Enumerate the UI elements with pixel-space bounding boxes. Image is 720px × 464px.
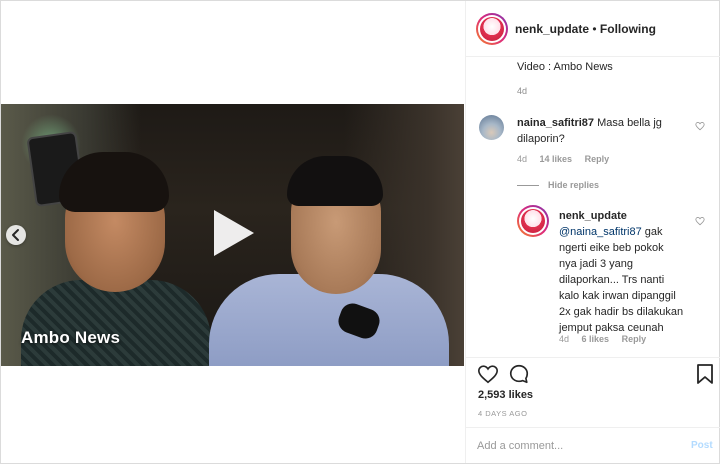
reply-body-line-4: dilaporkan... Trs nanti [559,274,665,286]
action-bar: 2,593 likes 4 DAYS AGO [466,357,720,427]
comment-icon[interactable] [508,363,530,385]
bookmark-icon[interactable] [695,363,715,385]
reply-body-line-2: ngerti eike beb pokok [559,242,664,254]
post-header: nenk_update • Following [466,1,720,57]
comment-avatar[interactable] [479,115,504,140]
reply-meta: 4d 6 likes Reply [559,334,656,344]
avatar[interactable] [476,13,508,45]
following-button[interactable]: Following [600,22,656,36]
play-icon[interactable] [210,207,258,259]
comment-meta: 4d 14 likes Reply [517,154,619,164]
person-left-hair [59,152,169,212]
reply-body-line-5: kalo kak irwan dipanggil [559,290,676,302]
previous-button[interactable] [6,225,26,245]
reply-body-line-1: @naina_safitri87 gak [559,226,663,238]
comment-input[interactable] [477,437,667,455]
reply-mention[interactable]: @naina_safitri87 [559,226,642,238]
reply-like-heart-icon[interactable] [695,216,705,226]
post-button[interactable]: Post [691,440,713,451]
avatar-image [480,17,504,41]
add-comment-bar: Post [466,427,720,463]
caption-text: Video : Ambo News [517,61,613,73]
separator-dot: • [592,22,597,36]
reply-likes[interactable]: 6 likes [582,334,610,344]
reply-reply-button[interactable]: Reply [622,334,647,344]
reply-username[interactable]: nenk_update [559,208,685,224]
reply-button[interactable]: Reply [585,154,610,164]
header-user-line: nenk_update • Following [515,22,656,36]
side-panel: nenk_update • Following Video : Ambo New… [465,1,720,463]
heart-icon[interactable] [477,363,499,385]
likes-count[interactable]: 2,593 likes [478,389,533,401]
video-person-right [209,156,449,366]
person-right-hair [287,156,383,206]
comment-text: naina_safitri87 Masa bella jg dilaporin? [517,115,687,147]
hide-replies-line [517,185,539,186]
comment-time[interactable]: 4d [517,154,527,164]
comment-username[interactable]: naina_safitri87 [517,117,594,129]
hide-replies-button[interactable]: Hide replies [548,180,599,190]
post-date[interactable]: 4 DAYS AGO [478,409,527,418]
video-watermark: Ambo News [21,328,121,347]
like-heart-icon[interactable] [695,121,705,131]
comments-list[interactable]: Video : Ambo News 4d naina_safitri87 Mas… [466,57,720,357]
reply-text: nenk_update @naina_safitri87 gak ngerti … [559,208,685,336]
username-link[interactable]: nenk_update [515,22,589,36]
reply-avatar-image [521,209,545,233]
reply-time[interactable]: 4d [559,334,569,344]
person-left-body [21,280,211,366]
comment-likes[interactable]: 14 likes [540,154,573,164]
chevron-left-icon [12,229,19,241]
reply-body-line-6: 2x gak hadir bs dilakukan [559,306,684,318]
caption-time[interactable]: 4d [517,86,527,96]
video-player[interactable]: Ambo News [1,104,464,366]
reply-avatar[interactable] [517,205,549,237]
media-area: Ambo News [1,1,464,463]
reply-body-line-3: nya jadi 3 yang [559,258,633,270]
